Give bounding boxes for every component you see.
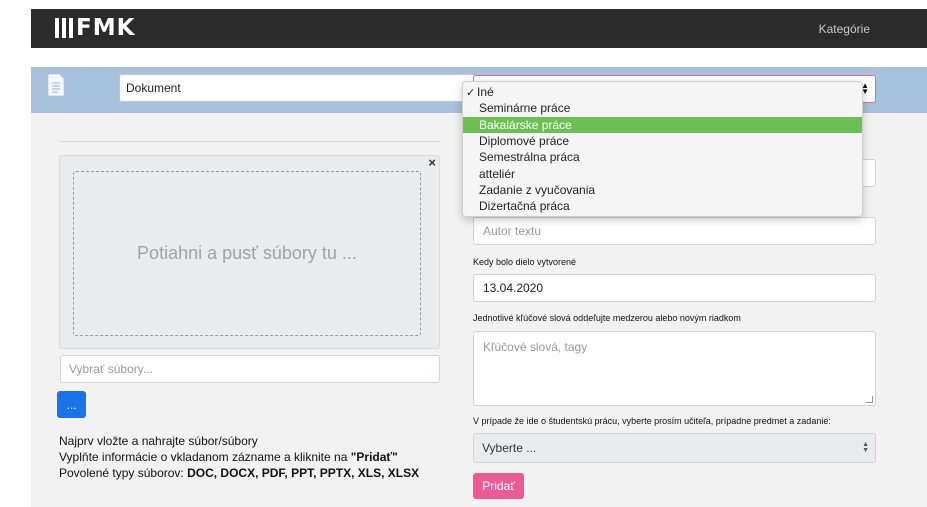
instruction-line-3: Povolené typy súborov: DOC, DOCX, PDF, P… (59, 466, 420, 480)
browse-button[interactable]: ... (57, 391, 86, 418)
nav-link-categories[interactable]: Kategórie (819, 22, 870, 36)
dropdown-item[interactable]: Zadanie z vyučovania (463, 182, 862, 198)
teacher-label: V prípade že ide o študentskú prácu, vyb… (473, 416, 831, 426)
select-arrows-icon: ▲▼ (862, 441, 869, 454)
dropdown-item[interactable]: atteliér (463, 165, 862, 181)
document-icon (48, 74, 64, 96)
dropdown-item[interactable]: Diplomové práce (463, 133, 862, 149)
date-label: Kedy bolo dielo vytvorené (473, 257, 577, 267)
dropdown-item[interactable]: Iné (463, 84, 862, 100)
keywords-textarea[interactable]: Kľúčové slová, tagy (473, 331, 876, 406)
teacher-select-value: Vyberte ... (482, 441, 537, 455)
upload-box: × Potiahni a pusť súbory tu ... (59, 155, 440, 349)
dropzone-text: Potiahni a pusť súbory tu ... (137, 243, 357, 263)
top-navbar: FMK Kategórie (31, 9, 927, 48)
author-input[interactable]: Autor textu (473, 217, 876, 245)
dropzone[interactable]: Potiahni a pusť súbory tu ... (73, 171, 421, 336)
logo-text: FMK (76, 15, 136, 41)
dropdown-item[interactable]: Semestrálna práca (463, 149, 862, 165)
logo-bars-icon (55, 18, 73, 38)
close-icon[interactable]: × (428, 155, 436, 170)
category-dropdown-menu: Iné Seminárne práce Bakalárske práce Dip… (462, 81, 863, 217)
document-type-select[interactable]: Dokument ▲▼ (119, 74, 476, 102)
resize-handle-icon[interactable] (866, 396, 873, 403)
dropdown-item[interactable]: Dizertačná práca (463, 198, 862, 214)
instruction-line-2: Vyplňte informácie o vkladanom zázname a… (59, 450, 398, 464)
date-value: 13.04.2020 (483, 281, 544, 295)
keywords-label: Jednotlivé kľúčové slová oddeľujte medze… (473, 313, 741, 323)
document-type-value: Dokument (126, 81, 181, 95)
file-select-input[interactable]: Vybrať súbory... (60, 355, 440, 383)
date-input[interactable]: 13.04.2020 (473, 274, 876, 302)
fmk-logo[interactable]: FMK (55, 16, 135, 40)
keywords-placeholder: Kľúčové slová, tagy (483, 340, 588, 354)
dropdown-item[interactable]: Seminárne práce (463, 100, 862, 116)
instruction-line-1: Najprv vložte a nahrajte súbor/súbory (59, 434, 258, 448)
divider (59, 141, 440, 142)
submit-button[interactable]: Pridať (473, 473, 524, 499)
dropdown-item[interactable]: Bakalárske práce (463, 116, 862, 133)
author-placeholder: Autor textu (483, 224, 542, 238)
teacher-select[interactable]: Vyberte ... ▲ ▼ (473, 433, 876, 463)
